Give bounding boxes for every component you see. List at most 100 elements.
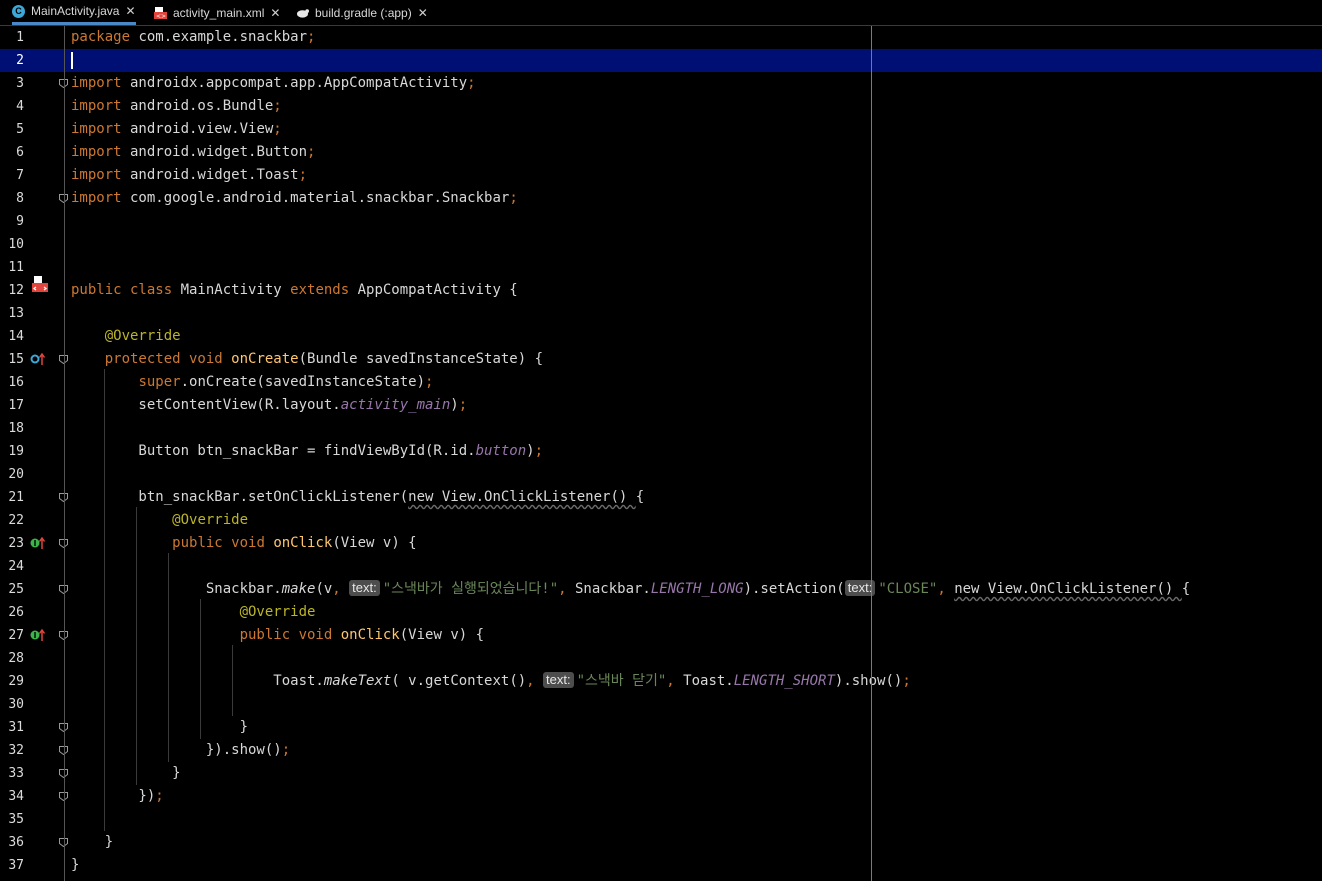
line-number[interactable]: 2 xyxy=(0,53,24,68)
line-number[interactable]: 35 xyxy=(0,812,24,827)
code-line[interactable]: 7 import android.widget.Toast; xyxy=(0,164,1322,187)
line-number[interactable]: 31 xyxy=(0,720,24,735)
code-line[interactable]: 2 xyxy=(0,49,1322,72)
line-number[interactable]: 18 xyxy=(0,421,24,436)
implements-method-icon[interactable] xyxy=(30,535,46,554)
code-line[interactable]: 5 import android.view.View; xyxy=(0,118,1322,141)
code-line[interactable]: 18 xyxy=(0,417,1322,440)
line-number[interactable]: 37 xyxy=(0,858,24,873)
code-line[interactable]: 1 package com.example.snackbar; xyxy=(0,26,1322,49)
code-line[interactable]: 28 xyxy=(0,647,1322,670)
line-number[interactable]: 27 xyxy=(0,628,24,643)
line-number[interactable]: 9 xyxy=(0,214,24,229)
line-number[interactable]: 15 xyxy=(0,352,24,367)
code-line[interactable]: 27 public void onClick(View v) { xyxy=(0,624,1322,647)
line-number[interactable]: 5 xyxy=(0,122,24,137)
line-number[interactable]: 16 xyxy=(0,375,24,390)
code-line[interactable]: 11 xyxy=(0,256,1322,279)
code-line[interactable]: 23 public void onClick(View v) { xyxy=(0,532,1322,555)
line-number[interactable]: 36 xyxy=(0,835,24,850)
code-line[interactable]: 17 setContentView(R.layout.activity_main… xyxy=(0,394,1322,417)
code-line[interactable]: 36 } xyxy=(0,831,1322,854)
code-token: activity_main xyxy=(340,397,451,413)
code-text: super.onCreate(savedInstanceState); xyxy=(71,374,433,391)
code-line[interactable]: 12 public class MainActivity extends AppC… xyxy=(0,276,1322,302)
code-line[interactable]: 20 xyxy=(0,463,1322,486)
line-number[interactable]: 12 xyxy=(0,283,24,298)
code-line[interactable]: 3 import androidx.appcompat.app.AppCompat… xyxy=(0,72,1322,95)
code-line[interactable]: 15 protected void onCreate(Bundle savedI… xyxy=(0,348,1322,371)
code-line[interactable]: 13 xyxy=(0,302,1322,325)
line-number[interactable]: 20 xyxy=(0,467,24,482)
code-token: package xyxy=(71,29,131,45)
code-line[interactable]: 37} xyxy=(0,854,1322,877)
code-token: }) xyxy=(71,788,156,804)
overrides-method-icon[interactable] xyxy=(30,351,46,370)
line-number[interactable]: 28 xyxy=(0,651,24,666)
code-line[interactable]: 30 xyxy=(0,693,1322,716)
code-line[interactable]: 35 xyxy=(0,808,1322,831)
line-number[interactable]: 21 xyxy=(0,490,24,505)
code-line[interactable]: 6 import android.widget.Button; xyxy=(0,141,1322,164)
code-line[interactable]: 21 btn_snackBar.setOnClickListener(new V… xyxy=(0,486,1322,509)
gradle-icon xyxy=(296,6,309,19)
code-text: import com.google.android.material.snack… xyxy=(71,190,518,207)
code-line[interactable]: 26 @Override xyxy=(0,601,1322,624)
code-token: } xyxy=(71,719,249,735)
line-number[interactable]: 4 xyxy=(0,99,24,114)
line-number[interactable]: 29 xyxy=(0,674,24,689)
line-number[interactable]: 25 xyxy=(0,582,24,597)
line-number[interactable]: 32 xyxy=(0,743,24,758)
code-line[interactable]: 16 super.onCreate(savedInstanceState); xyxy=(0,371,1322,394)
line-number[interactable]: 13 xyxy=(0,306,24,321)
code-line[interactable]: 8 import com.google.android.material.snac… xyxy=(0,187,1322,210)
code-line[interactable]: 25 Snackbar.make(v, text: "스낵바가 실행되었습니다!"… xyxy=(0,578,1322,601)
line-number[interactable]: 22 xyxy=(0,513,24,528)
code-line[interactable]: 10 xyxy=(0,233,1322,256)
code-token: "CLOSE" xyxy=(878,581,938,597)
code-token: import xyxy=(71,121,122,137)
close-icon[interactable]: ✕ xyxy=(125,4,135,18)
code-line[interactable]: 14 @Override xyxy=(0,325,1322,348)
line-number[interactable]: 3 xyxy=(0,76,24,91)
code-line[interactable]: 34 }); xyxy=(0,785,1322,808)
code-line[interactable]: 32 }).show(); xyxy=(0,739,1322,762)
line-number[interactable]: 10 xyxy=(0,237,24,252)
code-token: android.view.View xyxy=(121,121,274,137)
layout-file-icon[interactable] xyxy=(31,275,49,297)
line-number[interactable]: 26 xyxy=(0,605,24,620)
indent-guide xyxy=(104,369,105,831)
line-number[interactable]: 6 xyxy=(0,145,24,160)
line-number[interactable]: 8 xyxy=(0,191,24,206)
line-number[interactable]: 1 xyxy=(0,30,24,45)
tab-build-gradle[interactable]: build.gradle (:app) ✕ xyxy=(296,0,428,25)
tab-activity-main-xml[interactable]: <> activity_main.xml ✕ xyxy=(154,0,280,25)
code-line[interactable]: 19 Button btn_snackBar = findViewById(R.… xyxy=(0,440,1322,463)
tab-mainactivity-java[interactable]: C MainActivity.java ✕ xyxy=(12,0,136,25)
line-number[interactable]: 11 xyxy=(0,260,24,275)
code-line[interactable]: 9 xyxy=(0,210,1322,233)
code-editor[interactable]: 1 package com.example.snackbar; 2 3 import a… xyxy=(0,26,1322,881)
code-line[interactable]: 4 import android.os.Bundle; xyxy=(0,95,1322,118)
right-margin-guide xyxy=(871,26,872,881)
line-number[interactable]: 14 xyxy=(0,329,24,344)
line-number[interactable]: 19 xyxy=(0,444,24,459)
code-line[interactable]: 24 xyxy=(0,555,1322,578)
code-text: @Override xyxy=(71,328,181,345)
line-number[interactable]: 7 xyxy=(0,168,24,183)
line-number[interactable]: 33 xyxy=(0,766,24,781)
line-number[interactable]: 34 xyxy=(0,789,24,804)
close-icon[interactable]: ✕ xyxy=(270,6,280,20)
line-number[interactable]: 23 xyxy=(0,536,24,551)
code-line[interactable]: 31 } xyxy=(0,716,1322,739)
code-line[interactable]: 33 } xyxy=(0,762,1322,785)
implements-method-icon[interactable] xyxy=(30,627,46,646)
code-line[interactable]: 22 @Override xyxy=(0,509,1322,532)
line-number[interactable]: 24 xyxy=(0,559,24,574)
code-line[interactable]: 29 Toast.makeText( v.getContext(), text:… xyxy=(0,670,1322,693)
line-number[interactable]: 30 xyxy=(0,697,24,712)
close-icon[interactable]: ✕ xyxy=(418,6,428,20)
code-token: @Override xyxy=(239,604,316,620)
line-number[interactable]: 17 xyxy=(0,398,24,413)
